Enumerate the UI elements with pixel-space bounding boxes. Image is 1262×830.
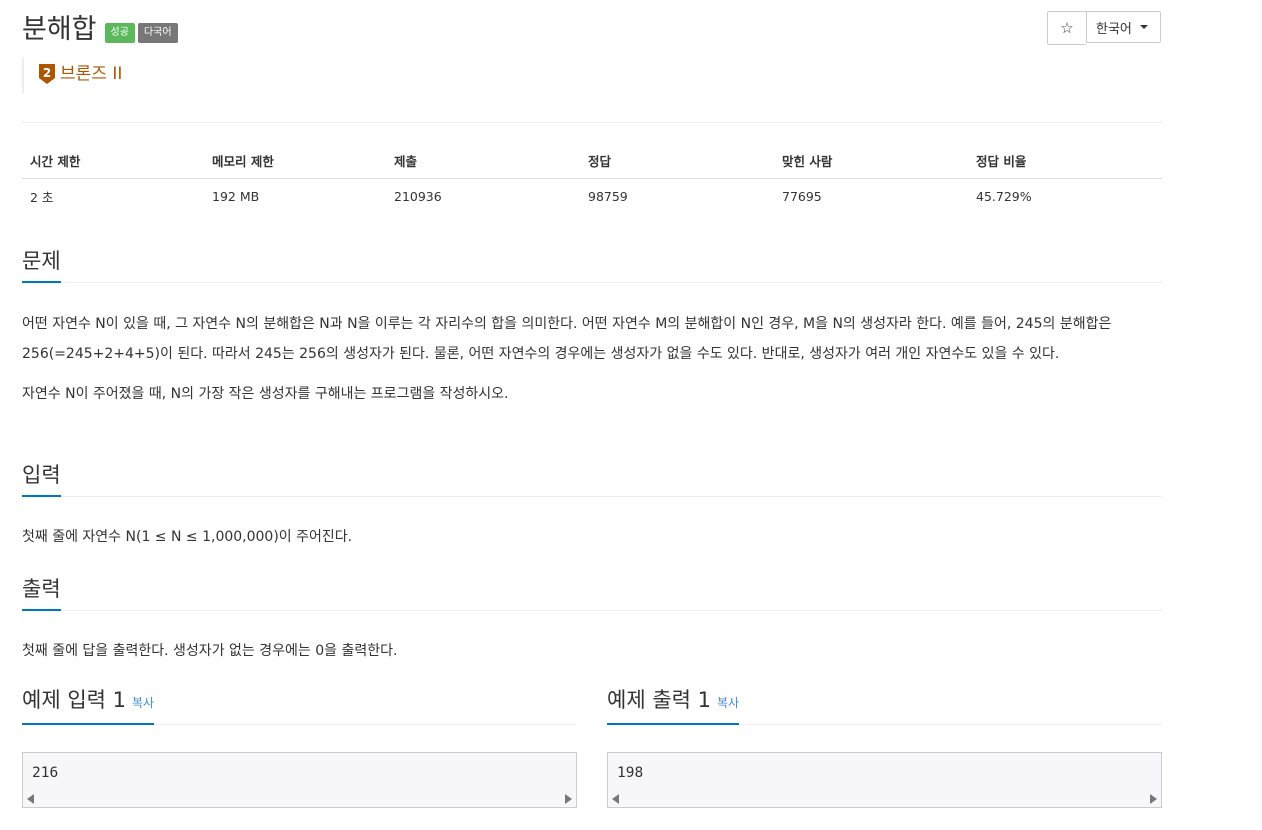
favorite-button[interactable]: ☆ [1047, 11, 1086, 45]
table-header: 제출 [386, 143, 580, 179]
success-badge[interactable]: 성공 [104, 23, 135, 43]
table-header-row: 시간 제한 메모리 제한 제출 정답 맞힌 사람 정답 비율 [22, 143, 1162, 179]
table-row: 2 초 192 MB 210936 98759 77695 45.729% [22, 179, 1162, 215]
table-header: 정답 [580, 143, 774, 179]
title-row: 분해합 성공 다국어 [22, 10, 178, 50]
output-description: 첫째 줄에 답을 출력한다. 생성자가 없는 경우에는 0을 출력한다. [22, 643, 398, 659]
section-title: 입력 [22, 461, 61, 497]
table-cell: 45.729% [976, 189, 1032, 204]
table-cell: 192 MB [212, 189, 260, 204]
input-description: 첫째 줄에 자연수 N(1 ≤ N ≤ 1,000,000)이 주어진다. [22, 529, 353, 545]
section-headline: 문제 [22, 246, 1162, 283]
sample-input-title: 예제 입력 1 [22, 688, 126, 712]
section-title: 예제 출력 1 복사 [607, 686, 740, 725]
output-section: 출력 첫째 줄에 답을 출력한다. 생성자가 없는 경우에는 0을 출력한다. [22, 574, 1162, 666]
problem-tools: ☆ 한국어 [1047, 11, 1161, 45]
sample-output-value: 198 [617, 765, 644, 781]
sample-output-box[interactable]: 198 [607, 752, 1162, 808]
problem-paragraph: 어떤 자연수 N이 있을 때, 그 자연수 N의 분해합은 N과 N을 이루는 … [22, 316, 1112, 362]
table-cell: 98759 [588, 189, 628, 204]
tier-level: 2 [43, 66, 51, 80]
section-title: 문제 [22, 247, 61, 283]
tier-label[interactable]: 브론즈 II [60, 63, 122, 85]
problem-page: 분해합 성공 다국어 ☆ 한국어 2 브론즈 II 시간 제한 메모리 제한 제… [0, 0, 1262, 830]
language-dropdown[interactable]: 한국어 [1086, 11, 1161, 43]
copy-button[interactable]: 복사 [717, 696, 739, 710]
caret-down-icon [1139, 25, 1148, 29]
section-headline: 예제 입력 1 복사 [22, 686, 577, 725]
problem-section: 문제 어떤 자연수 N이 있을 때, 그 자연수 N의 분해합은 N과 N을 이… [22, 246, 1162, 409]
table-header: 메모리 제한 [204, 143, 386, 179]
section-title: 예제 입력 1 복사 [22, 686, 155, 725]
tier-badge-icon: 2 [39, 64, 55, 84]
scroll-left-arrow-icon[interactable] [612, 794, 619, 804]
scroll-left-arrow-icon[interactable] [27, 794, 34, 804]
scroll-right-arrow-icon[interactable] [565, 794, 572, 804]
star-icon: ☆ [1060, 19, 1074, 37]
sample-input-value: 216 [32, 765, 59, 781]
sample-output-section: 예제 출력 1 복사 198 [607, 686, 1162, 808]
table-header: 맞힌 사람 [774, 143, 968, 179]
divider [22, 122, 1162, 123]
section-headline: 입력 [22, 460, 1162, 497]
scroll-right-arrow-icon[interactable] [1150, 794, 1157, 804]
table-cell: 77695 [782, 189, 822, 204]
copy-button[interactable]: 복사 [132, 696, 154, 710]
input-section: 입력 첫째 줄에 자연수 N(1 ≤ N ≤ 1,000,000)이 주어진다. [22, 460, 1162, 552]
table-cell: 2 초 [30, 190, 54, 205]
multilang-badge[interactable]: 다국어 [137, 23, 178, 43]
table-header: 정답 비율 [968, 143, 1162, 179]
table-header: 시간 제한 [22, 143, 204, 179]
page-title: 분해합 [22, 14, 97, 45]
section-title: 출력 [22, 575, 61, 611]
section-headline: 예제 출력 1 복사 [607, 686, 1162, 725]
problem-paragraph: 자연수 N이 주어졌을 때, N의 가장 작은 생성자를 구해내는 프로그램을 … [22, 386, 509, 402]
table-cell: 210936 [394, 189, 442, 204]
problem-description: 어떤 자연수 N이 있을 때, 그 자연수 N의 분해합은 N과 N을 이루는 … [22, 309, 1162, 409]
problem-info-table: 시간 제한 메모리 제한 제출 정답 맞힌 사람 정답 비율 2 초 192 M… [22, 143, 1162, 214]
tier-box: 2 브론즈 II [22, 57, 122, 93]
sample-input-section: 예제 입력 1 복사 216 [22, 686, 577, 808]
sample-output-title: 예제 출력 1 [607, 688, 711, 712]
language-label: 한국어 [1096, 21, 1132, 37]
section-headline: 출력 [22, 574, 1162, 611]
sample-input-box[interactable]: 216 [22, 752, 577, 808]
